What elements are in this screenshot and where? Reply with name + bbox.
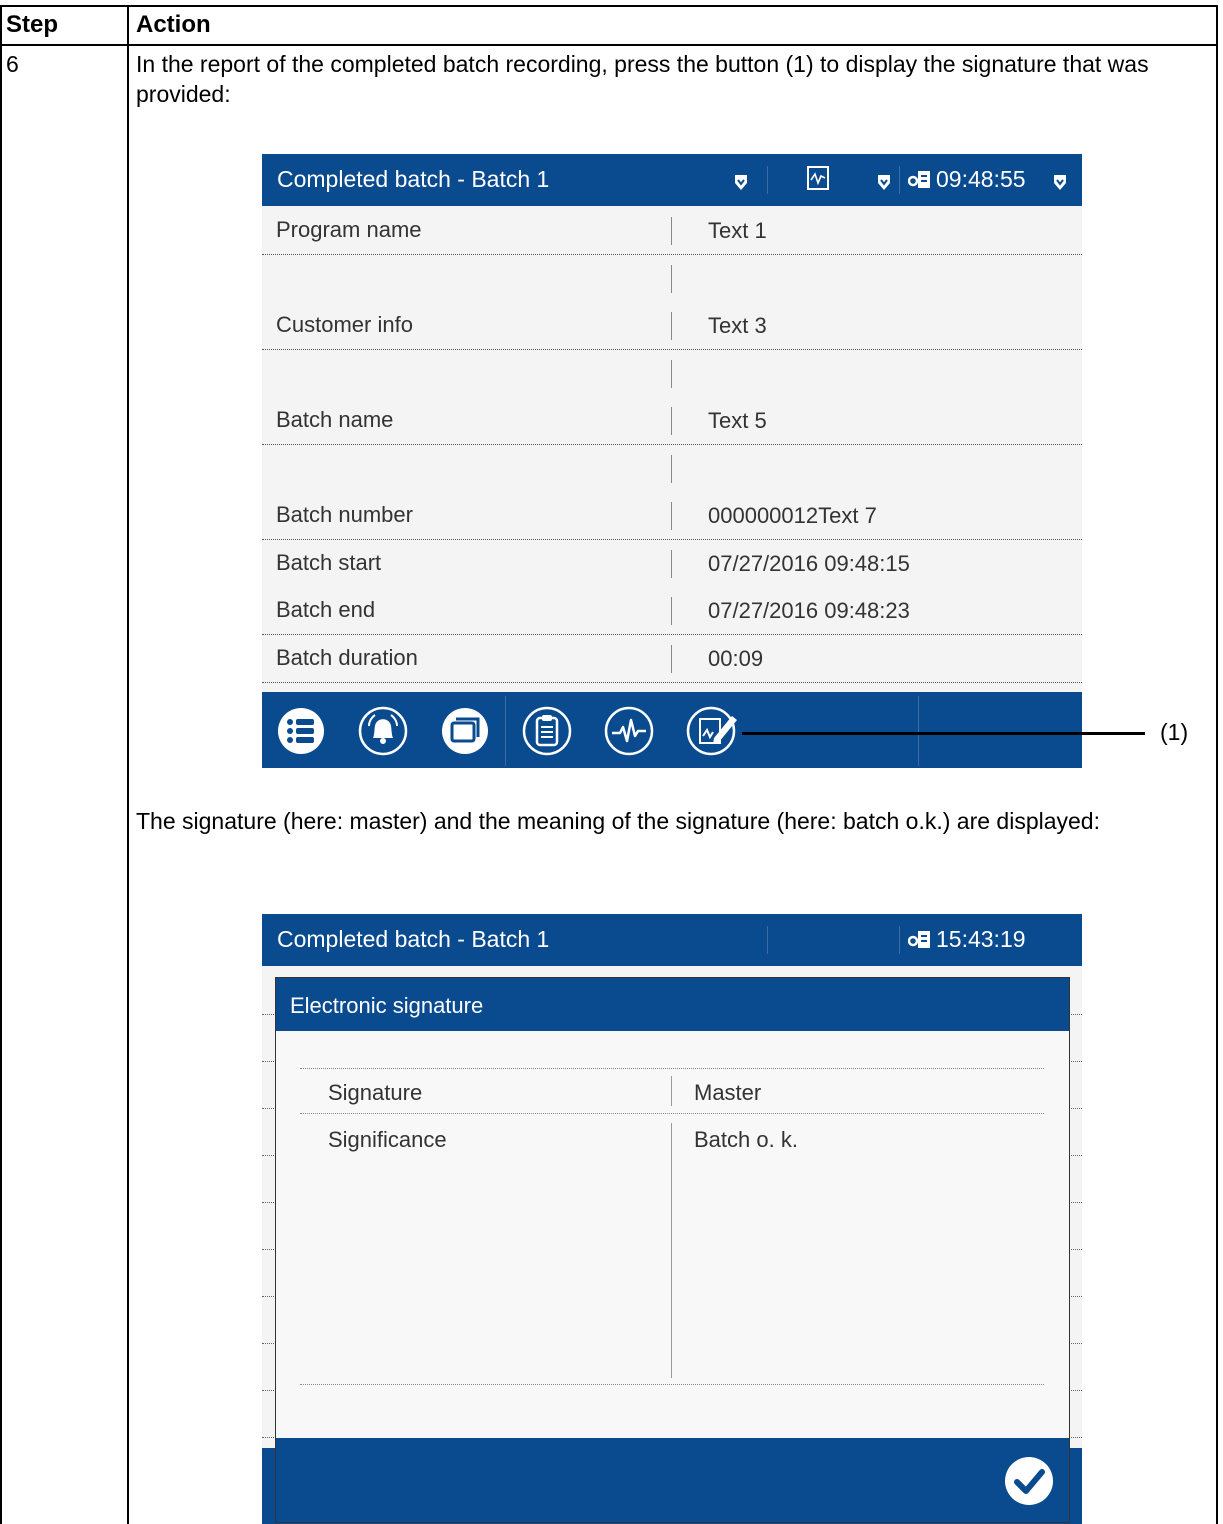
row-separator: [671, 359, 672, 388]
report-row: Customer info Text 3: [262, 302, 1082, 350]
toolbar-divider-2: [918, 696, 919, 766]
row-label: Batch name: [276, 407, 394, 432]
checkmark-icon[interactable]: [1004, 1456, 1054, 1511]
callout-label: (1): [1160, 719, 1189, 745]
row-value: 00:09: [708, 645, 764, 671]
dropdown-shield-icon[interactable]: [734, 170, 748, 197]
header-action: Action: [136, 11, 211, 38]
title-divider: [767, 166, 768, 194]
dialog-row-value: Batch o. k.: [694, 1127, 798, 1152]
row-separator: [671, 597, 672, 625]
menu-icon[interactable]: [276, 706, 326, 756]
row-label: Program name: [276, 217, 422, 242]
step-number: 6: [6, 51, 19, 77]
row-label: Customer info: [276, 312, 413, 337]
table-border-right: [1216, 5, 1218, 1524]
report-row: Batch name Text 5: [262, 397, 1082, 445]
dialog-title: Electronic signature: [290, 993, 484, 1018]
windows-icon[interactable]: [440, 706, 490, 756]
row-value: Text 5: [708, 408, 767, 433]
dialog-row-value: Master: [694, 1080, 762, 1105]
dialog-row-separator: [671, 1076, 672, 1106]
screen-title-2: Completed batch - Batch 1: [277, 926, 550, 952]
row-label: Batch duration: [276, 644, 418, 670]
report-row: Batch duration 00:09: [262, 634, 1082, 683]
instruction-text-1: In the report of the completed batch rec…: [136, 51, 1149, 107]
alarm-bell-icon[interactable]: [358, 706, 408, 756]
dialog-header: Electronic signature: [276, 978, 1069, 1031]
user-login-icon-2[interactable]: [907, 928, 932, 956]
row-value: 07/27/2016 09:48:23: [708, 598, 910, 623]
row-separator: [671, 549, 672, 578]
dialog-footer: [276, 1438, 1069, 1522]
callout-line: [742, 732, 1145, 735]
dialog-row-label: Signature: [328, 1080, 423, 1105]
report-row: Program name Text 1: [262, 207, 1082, 255]
report-row: [262, 444, 1082, 493]
row-label: Batch start: [276, 549, 382, 575]
table-border-top: [0, 5, 1218, 7]
row-value: Text 1: [708, 218, 767, 243]
title-divider-3: [767, 926, 768, 954]
table-column-divider: [127, 5, 129, 1524]
row-separator: [671, 264, 672, 293]
row-value: Text 3: [708, 313, 767, 338]
dialog-column-divider-lower: [671, 1123, 672, 1378]
header-step: Step: [6, 11, 59, 38]
dialog-row-label: Significance: [328, 1127, 447, 1152]
title-divider-2: [899, 166, 900, 194]
row-value: 07/27/2016 09:48:15: [708, 550, 910, 576]
row-label: Batch number: [276, 502, 413, 527]
table-header-rule: [0, 44, 1218, 46]
curve-icon[interactable]: [604, 706, 654, 756]
user-login-icon[interactable]: [907, 168, 932, 196]
clock-time-2: 15:43:19: [936, 926, 1026, 952]
row-separator: [671, 454, 672, 483]
dialog-bottom-rule: [300, 1384, 1044, 1385]
toolbar-divider: [505, 696, 506, 766]
report-row: Batch number 000000012Text 7: [262, 492, 1082, 540]
title-divider-4: [899, 926, 900, 954]
table-border-left: [0, 5, 2, 1524]
instruction-text-2: The signature (here: master) and the mea…: [136, 808, 1100, 834]
clock-time: 09:48:55: [936, 166, 1026, 192]
dialog-row-rule: [300, 1113, 1044, 1114]
screen-title: Completed batch - Batch 1: [277, 166, 550, 192]
dropdown-shield-icon-2[interactable]: [877, 170, 891, 197]
title-bar: Completed batch - Batch 1 09:48:55: [262, 154, 1082, 206]
row-separator: [671, 644, 672, 673]
row-value: 000000012Text 7: [708, 503, 877, 528]
report-row: [262, 349, 1082, 398]
device-screen-report: Completed batch - Batch 1 09:48:55 Progr…: [262, 154, 1082, 768]
title-bar-2: Completed batch - Batch 1 15:43:19: [262, 914, 1082, 966]
signature-dialog: Electronic signature Signature Master Sign…: [275, 977, 1070, 1523]
dropdown-shield-icon-3[interactable]: [1053, 170, 1067, 197]
report-row: [262, 254, 1082, 303]
chart-view-icon[interactable]: [807, 166, 829, 196]
bottom-toolbar: [262, 692, 1082, 768]
report-row: Batch end 07/27/2016 09:48:23: [262, 587, 1082, 635]
report-clipboard-icon[interactable]: [522, 706, 572, 756]
dialog-top-rule: [300, 1068, 1044, 1069]
device-screen-signature: Completed batch - Batch 1 15:43:19 Elect…: [262, 914, 1082, 1524]
signature-icon[interactable]: [686, 706, 737, 756]
row-separator: [671, 312, 672, 340]
report-row: Batch start 07/27/2016 09:48:15: [262, 539, 1082, 588]
row-label: Batch end: [276, 597, 376, 622]
row-separator: [671, 407, 672, 435]
row-separator: [671, 217, 672, 245]
row-separator: [671, 502, 672, 530]
